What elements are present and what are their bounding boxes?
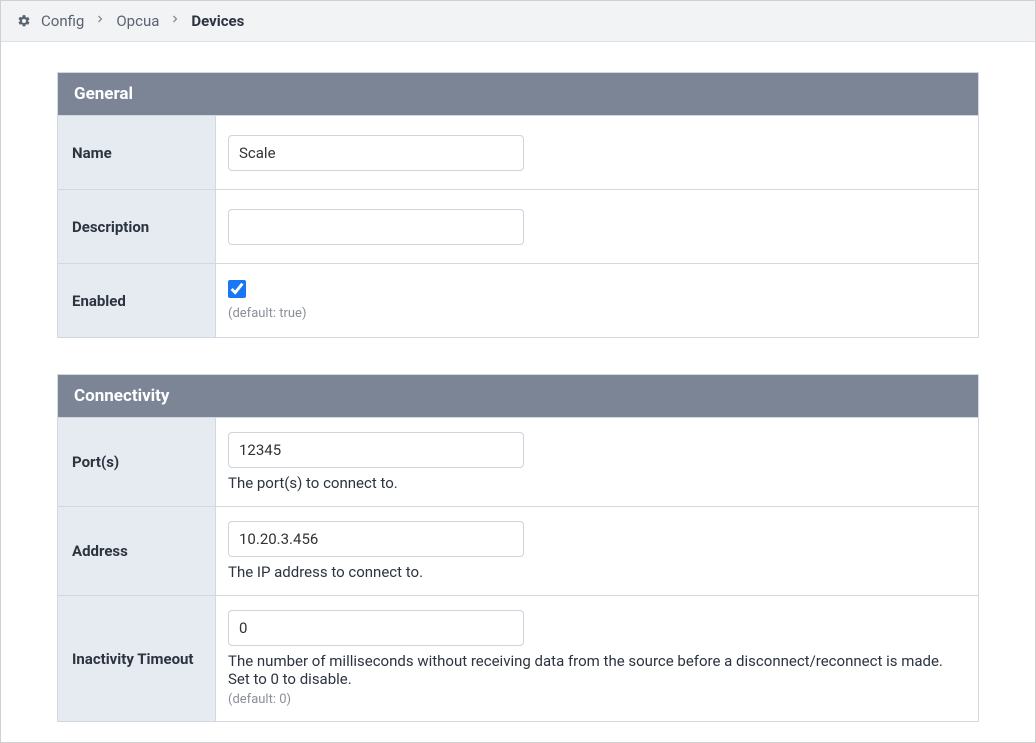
description-input[interactable] (228, 209, 524, 245)
row-ports: Port(s) The port(s) to connect to. (58, 417, 978, 506)
row-enabled: Enabled (default: true) (58, 263, 978, 337)
section-header-general: General (58, 73, 978, 115)
row-inactivity: Inactivity Timeout The number of millise… (58, 595, 978, 721)
row-address: Address The IP address to connect to. (58, 506, 978, 595)
address-input[interactable] (228, 521, 524, 557)
label-inactivity: Inactivity Timeout (58, 596, 216, 721)
ports-helper: The port(s) to connect to. (228, 474, 966, 492)
breadcrumb-opcua[interactable]: Opcua (116, 12, 159, 30)
label-name: Name (58, 116, 216, 189)
address-helper: The IP address to connect to. (228, 563, 966, 581)
section-connectivity: Connectivity Port(s) The port(s) to conn… (57, 374, 979, 722)
gear-icon (17, 14, 31, 28)
enabled-default-text: (default: true) (228, 306, 306, 321)
label-enabled: Enabled (58, 264, 216, 337)
inactivity-input[interactable] (228, 610, 524, 646)
chevron-right-icon (169, 13, 181, 29)
enabled-checkbox[interactable] (228, 280, 246, 298)
label-ports: Port(s) (58, 418, 216, 506)
section-header-connectivity: Connectivity (58, 375, 978, 417)
label-description: Description (58, 190, 216, 263)
inactivity-default-text: (default: 0) (228, 692, 966, 707)
section-general: General Name Description Enabled (d (57, 72, 979, 338)
breadcrumb-devices: Devices (191, 12, 244, 30)
name-input[interactable] (228, 135, 524, 171)
inactivity-helper: The number of milliseconds without recei… (228, 652, 966, 688)
chevron-right-icon (94, 13, 106, 29)
row-name: Name (58, 115, 978, 189)
label-address: Address (58, 507, 216, 595)
breadcrumb: Config Opcua Devices (1, 1, 1035, 42)
row-description: Description (58, 189, 978, 263)
breadcrumb-config[interactable]: Config (41, 12, 84, 30)
ports-input[interactable] (228, 432, 524, 468)
